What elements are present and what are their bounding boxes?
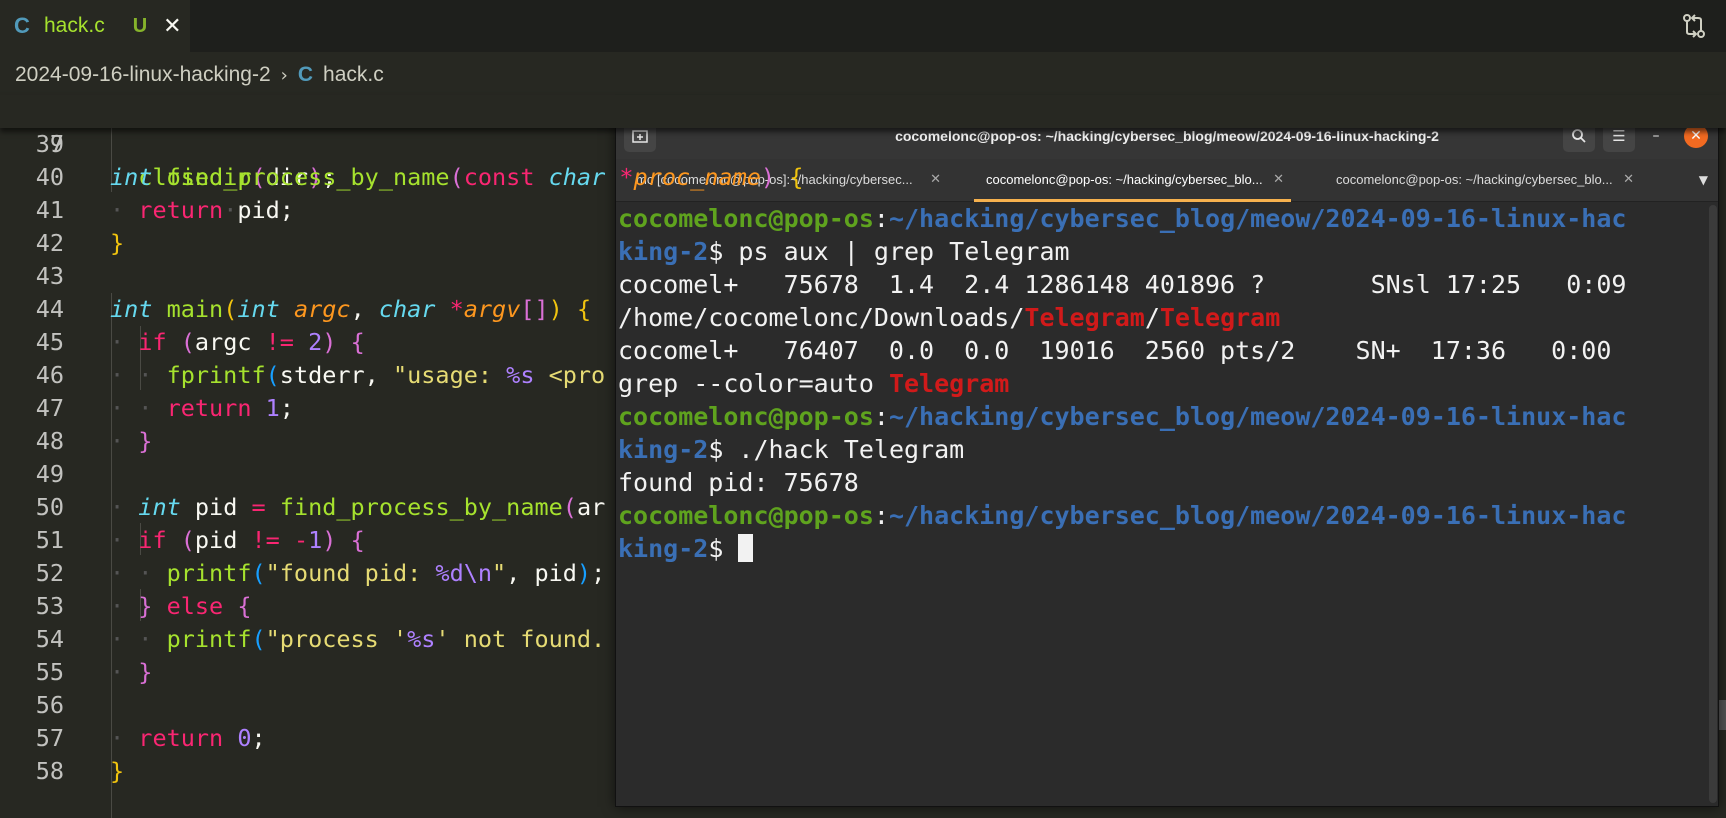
prompt-path: ~/hacking/cybersec_blog/meow/2024-09-16-… xyxy=(888,204,1627,233)
line-number: 44 xyxy=(35,295,64,323)
line-number: 47 xyxy=(35,394,64,422)
editor-scrollbar[interactable] xyxy=(1718,700,1726,730)
terminal-tab-2[interactable]: cocomelonc@pop-os: ~/hacking/cybersec_bl… xyxy=(986,159,1284,201)
terminal-line: king-2$ xyxy=(618,532,754,565)
code-text: · return 0; xyxy=(110,724,266,752)
output-text: grep --color=auto xyxy=(618,369,889,398)
close-tab-icon[interactable]: ✕ xyxy=(930,159,941,201)
c-file-icon: C xyxy=(297,63,314,86)
code-text: · int pid = find_process_by_name(ar xyxy=(110,493,606,521)
line-number: 46 xyxy=(35,361,64,389)
prompt-user: cocomelonc@pop-os xyxy=(618,402,874,431)
code-text: · if (argc != 2) { xyxy=(110,328,365,356)
c-file-icon: C xyxy=(14,13,30,38)
code-text: · · fprintf(stderr, "usage: %s <pro xyxy=(110,361,606,389)
grep-match: Telegram xyxy=(1159,303,1281,332)
source-control-compare-icon[interactable] xyxy=(1680,12,1708,40)
line-number: 50 xyxy=(35,493,64,521)
line-number: 58 xyxy=(35,757,64,785)
line-number: 54 xyxy=(35,625,64,653)
code-text: } xyxy=(110,757,125,785)
terminal-cursor xyxy=(738,534,754,562)
tab-filename: hack.c xyxy=(44,14,105,37)
code-text: · · printf("found pid: %d\n", pid); xyxy=(110,559,606,587)
terminal-line: grep --color=auto Telegram xyxy=(618,367,1009,400)
line-number: 43 xyxy=(35,262,64,290)
terminal-line: cocomelonc@pop-os:~/hacking/cybersec_blo… xyxy=(618,402,1627,431)
terminal-line: cocomelonc@pop-os:~/hacking/cybersec_blo… xyxy=(618,501,1627,530)
prompt-user: cocomelonc@pop-os xyxy=(618,501,874,530)
prompt-path: ~/hacking/cybersec_blog/meow/2024-09-16-… xyxy=(888,501,1627,530)
code-text: · } else { xyxy=(110,592,252,620)
prompt-path: king-2 xyxy=(618,534,709,563)
terminal-window[interactable]: cocomelonc@pop-os: ~/hacking/cybersec_bl… xyxy=(615,112,1719,807)
line-number: 57 xyxy=(35,724,64,752)
close-icon[interactable]: ✕ xyxy=(163,14,181,39)
sticky-scroll-header[interactable]: 7 int find_process_by_name(const char *p… xyxy=(0,95,1726,191)
terminal-line: found pid: 75678 xyxy=(618,468,859,497)
line-number: 51 xyxy=(35,526,64,554)
prompt-path: king-2 xyxy=(618,435,709,464)
line-number: 42 xyxy=(35,229,64,257)
chevron-right-icon: › xyxy=(280,64,288,86)
breadcrumb-folder[interactable]: 2024-09-16-linux-hacking-2 xyxy=(15,63,271,87)
terminal-scrollbar[interactable] xyxy=(1709,205,1717,803)
prompt-user: cocomelonc@pop-os xyxy=(618,204,874,233)
line-number: 52 xyxy=(35,559,64,587)
terminal-line: king-2$ ./hack Telegram xyxy=(618,435,965,464)
command-text: ps aux | grep Telegram xyxy=(723,237,1070,266)
code-text: int find_process_by_name(const char *pro… xyxy=(110,163,804,191)
line-number: 55 xyxy=(35,658,64,686)
code-text: · · printf("process '%s' not found. xyxy=(110,625,606,653)
code-text: · return·pid; xyxy=(110,196,294,224)
command-text: ./hack Telegram xyxy=(723,435,965,464)
prompt-path: king-2 xyxy=(618,237,709,266)
output-text: /home/cocomelonc/Downloads/ xyxy=(618,303,1025,332)
prompt-path: ~/hacking/cybersec_blog/meow/2024-09-16-… xyxy=(888,402,1627,431)
grep-match: Telegram xyxy=(888,369,1010,398)
terminal-tab-label: cocomelonc@pop-os: ~/hacking/cybersec_bl… xyxy=(986,172,1263,187)
code-text: } xyxy=(110,229,125,257)
untracked-badge: U xyxy=(132,14,148,37)
close-tab-icon[interactable]: ✕ xyxy=(1623,159,1634,201)
grep-match: Telegram xyxy=(1024,303,1145,332)
terminal-tab-3[interactable]: cocomelonc@pop-os: ~/hacking/cybersec_bl… xyxy=(1336,159,1634,201)
terminal-line: /home/cocomelonc/Downloads/Telegram/Tele… xyxy=(618,301,1280,334)
terminal-line: cocomel+ 75678 1.4 2.4 1286148 401896 ? … xyxy=(618,270,1627,299)
code-line: 7 int find_process_by_name(const char *p… xyxy=(0,95,1726,191)
terminal-line: cocomelonc@pop-os:~/hacking/cybersec_blo… xyxy=(618,204,1627,233)
output-text: / xyxy=(1144,303,1160,332)
line-number: 45 xyxy=(35,328,64,356)
terminal-line: king-2$ ps aux | grep Telegram xyxy=(618,237,1070,266)
code-text: · } xyxy=(110,658,153,686)
editor-tab-bar: C hack.c U ✕ xyxy=(0,0,1726,52)
terminal-line: cocomel+ 76407 0.0 0.0 19016 2560 pts/2 … xyxy=(618,336,1612,365)
close-tab-icon[interactable]: ✕ xyxy=(1273,159,1284,201)
tab-list-dropdown-icon[interactable]: ▼ xyxy=(1699,159,1708,201)
line-number: 49 xyxy=(35,460,64,488)
code-text: · if (pid != -1) { xyxy=(110,526,365,554)
tab-hack-c[interactable]: C hack.c U ✕ xyxy=(0,0,190,52)
line-number: 53 xyxy=(35,592,64,620)
breadcrumb: 2024-09-16-linux-hacking-2 › C hack.c xyxy=(0,52,1726,98)
code-text: · } xyxy=(110,427,153,455)
line-number: 7 xyxy=(49,130,64,158)
breadcrumb-file[interactable]: hack.c xyxy=(323,63,384,87)
line-number: 48 xyxy=(35,427,64,455)
code-text: · · return 1; xyxy=(110,394,294,422)
terminal-output[interactable]: cocomelonc@pop-os:~/hacking/cybersec_blo… xyxy=(616,202,1706,806)
line-number: 56 xyxy=(35,691,64,719)
terminal-tab-label: cocomelonc@pop-os: ~/hacking/cybersec_bl… xyxy=(1336,172,1613,187)
code-text: int main(int argc, char *argv[]) { xyxy=(110,295,592,323)
